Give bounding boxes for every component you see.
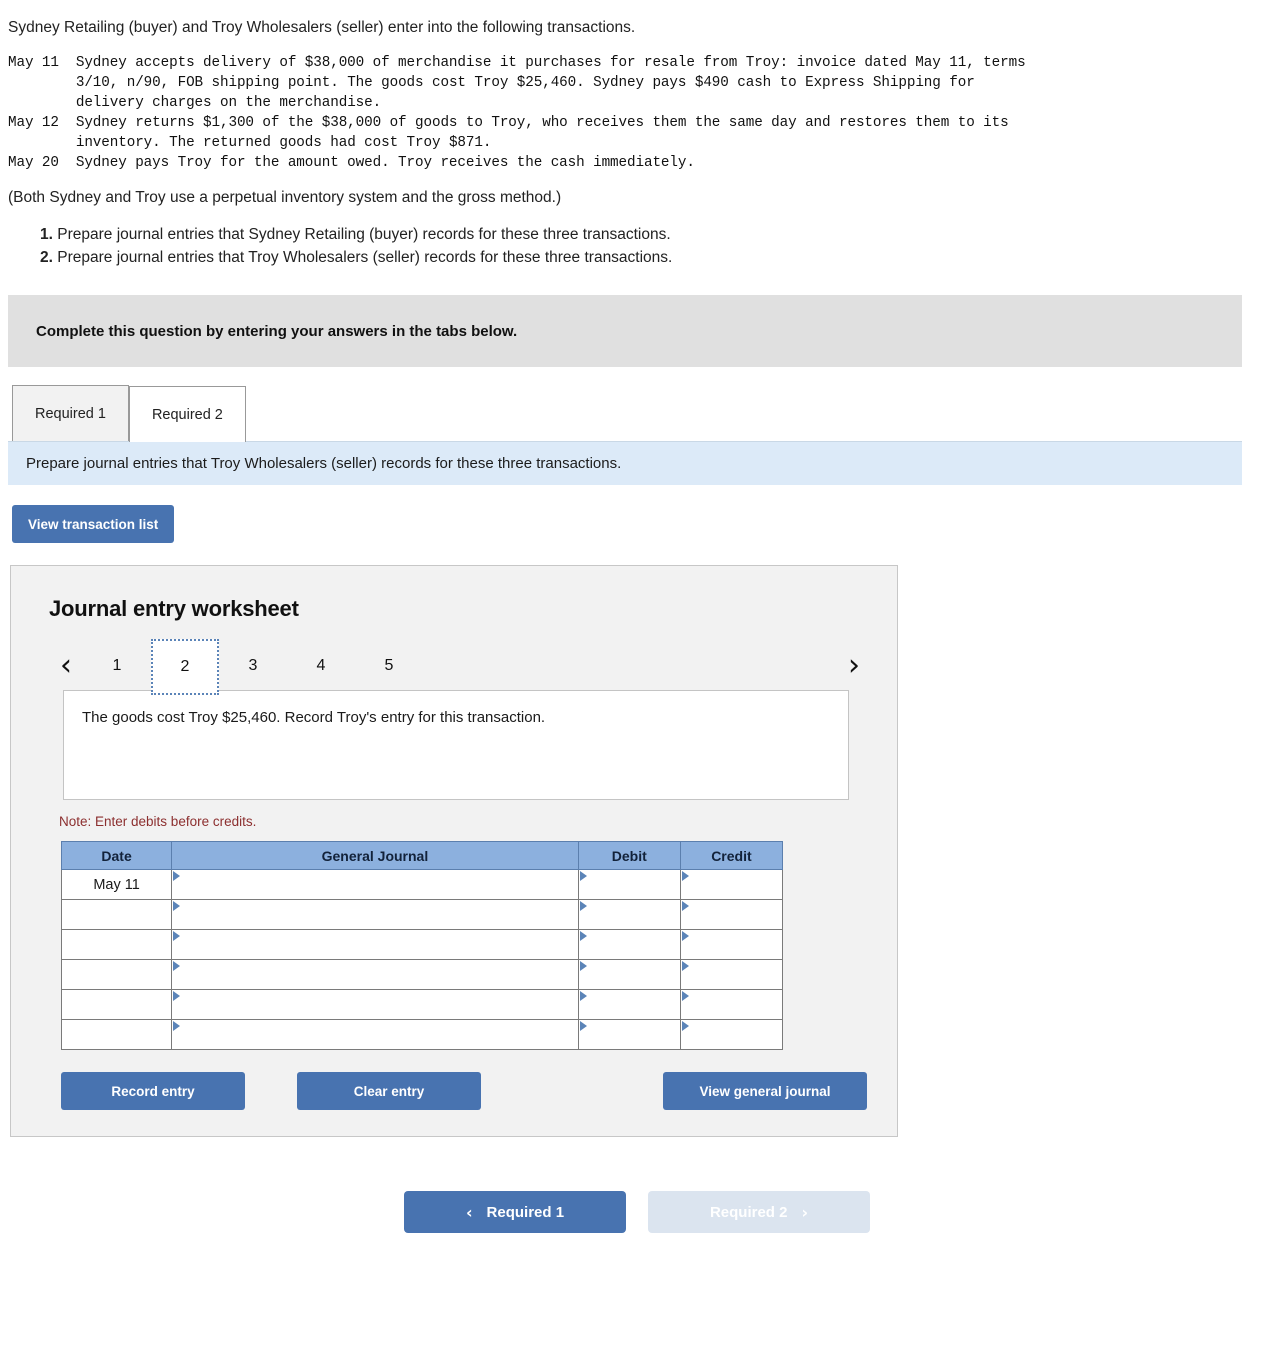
credit-input-cell[interactable] (679, 1019, 784, 1051)
intro-lead: Sydney Retailing (buyer) and Troy Wholes… (8, 19, 636, 36)
credit-input-cell[interactable] (679, 929, 784, 961)
chevron-left-icon[interactable]: ‹ (49, 651, 83, 681)
view-general-journal-button[interactable]: View general journal (663, 1072, 867, 1111)
requirement-item: 1. Prepare journal entries that Sydney R… (40, 223, 1256, 246)
column-header-debit: Debit (577, 841, 681, 871)
date-cell[interactable]: May 11 (60, 869, 173, 901)
requirements-list: 1. Prepare journal entries that Sydney R… (0, 223, 1264, 270)
nav-prev-label: Required 1 (486, 1203, 565, 1221)
date-cell[interactable] (60, 899, 173, 931)
account-select-cell[interactable] (171, 989, 579, 1021)
debits-before-credits-note: Note: Enter debits before credits. (59, 814, 257, 830)
requirement-number: 1. (40, 225, 53, 243)
nav-next-label: Required 2 (709, 1203, 788, 1221)
page-button-5[interactable]: 5 (355, 642, 423, 690)
debit-input-cell[interactable] (577, 929, 681, 961)
debit-input-cell[interactable] (577, 1019, 681, 1051)
table-row (60, 1019, 784, 1051)
chevron-right-icon: › (801, 1202, 809, 1222)
table-row (60, 899, 784, 931)
requirement-number: 2. (40, 249, 53, 267)
page-button-2[interactable]: 2 (151, 639, 219, 696)
page-button-3[interactable]: 3 (219, 642, 287, 690)
transaction-list-text: May 11 Sydney accepts delivery of $38,00… (8, 54, 1026, 171)
tab-required-2[interactable]: Required 2 (128, 386, 246, 443)
table-row (60, 929, 784, 961)
toolbar: View transaction list (0, 485, 1264, 544)
worksheet-title: Journal entry worksheet (49, 596, 299, 622)
credit-input-cell[interactable] (679, 869, 784, 901)
nav-next-required-2-button[interactable]: Required 2 › (648, 1191, 870, 1234)
column-header-date: Date (60, 841, 173, 871)
complete-question-banner: Complete this question by entering your … (8, 295, 1242, 368)
account-select-cell[interactable] (171, 929, 579, 961)
credit-input-cell[interactable] (679, 989, 784, 1021)
account-select-cell[interactable] (171, 1019, 579, 1051)
table-row (60, 989, 784, 1021)
account-select-cell[interactable] (171, 959, 579, 991)
debit-input-cell[interactable] (577, 989, 681, 1021)
column-header-credit: Credit (679, 841, 784, 871)
date-cell[interactable] (60, 1019, 173, 1051)
nav-prev-required-1-button[interactable]: ‹ Required 1 (404, 1191, 626, 1234)
requirement-text: Prepare journal entries that Sydney Reta… (57, 225, 671, 243)
worksheet-actions: Record entry Clear entry View general jo… (61, 1072, 867, 1111)
debit-input-cell[interactable] (577, 869, 681, 901)
journal-entry-table: Date General Journal Debit Credit May 11 (60, 841, 784, 1051)
required-tabs: Required 1 Required 2 (12, 385, 1264, 443)
table-header-row: Date General Journal Debit Credit (60, 841, 784, 871)
date-cell[interactable] (60, 929, 173, 961)
requirement-item: 2. Prepare journal entries that Troy Who… (40, 246, 1256, 269)
date-cell[interactable] (60, 989, 173, 1021)
bottom-navigation: ‹ Required 1 Required 2 › (0, 1191, 1264, 1234)
clear-entry-button[interactable]: Clear entry (297, 1072, 481, 1111)
page-button-4[interactable]: 4 (287, 642, 355, 690)
tab-required-1[interactable]: Required 1 (12, 385, 129, 442)
date-cell[interactable] (60, 959, 173, 991)
account-select-cell[interactable] (171, 869, 579, 901)
record-entry-button[interactable]: Record entry (61, 1072, 245, 1111)
transaction-description-box: The goods cost Troy $25,460. Record Troy… (63, 690, 849, 801)
worksheet-pager: ‹ 1 2 3 4 5 › (49, 639, 877, 696)
account-select-cell[interactable] (171, 899, 579, 931)
credit-input-cell[interactable] (679, 959, 784, 991)
requirement-text: Prepare journal entries that Troy Wholes… (57, 249, 673, 267)
chevron-right-icon[interactable]: › (837, 651, 871, 681)
table-row (60, 959, 784, 991)
credit-input-cell[interactable] (679, 899, 784, 931)
table-row: May 11 (60, 869, 784, 901)
page-button-1[interactable]: 1 (83, 642, 151, 690)
debit-input-cell[interactable] (577, 899, 681, 931)
method-note: (Both Sydney and Troy use a perpetual in… (8, 188, 562, 206)
column-header-general-journal: General Journal (171, 841, 579, 871)
view-transaction-list-button[interactable]: View transaction list (12, 505, 175, 544)
tab-instruction-bar: Prepare journal entries that Troy Wholes… (8, 441, 1242, 486)
debit-input-cell[interactable] (577, 959, 681, 991)
chevron-left-icon: ‹ (465, 1202, 473, 1222)
journal-entry-worksheet-panel: Journal entry worksheet ‹ 1 2 3 4 5 › Th… (10, 565, 898, 1138)
